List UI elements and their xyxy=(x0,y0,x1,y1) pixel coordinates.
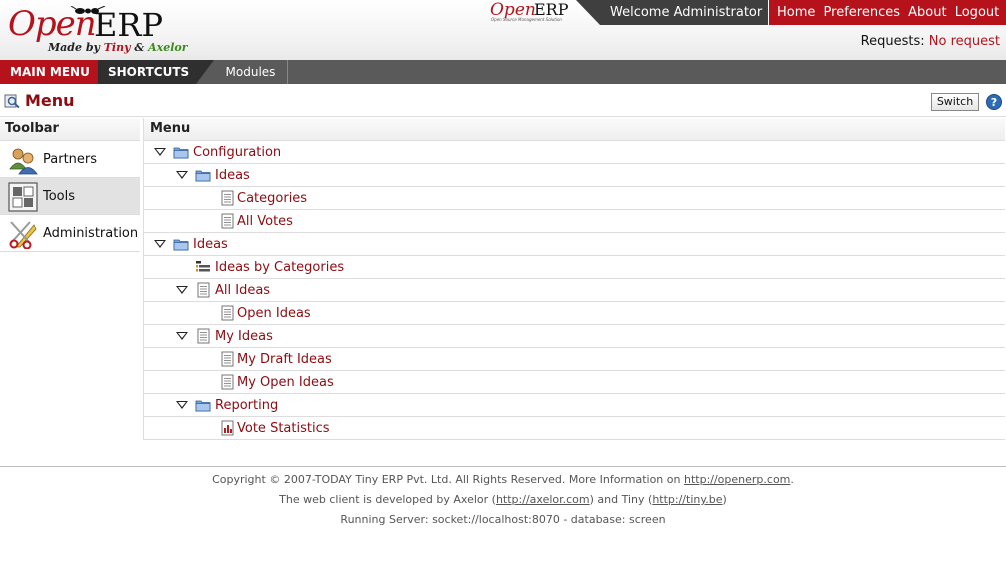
expand-arrow-icon[interactable] xyxy=(154,240,166,248)
menu-row-label[interactable]: Configuration xyxy=(193,145,281,160)
administration-icon xyxy=(9,221,37,249)
about-link[interactable]: About xyxy=(908,5,946,20)
page-title: Menu xyxy=(25,91,75,110)
openerp-com-link[interactable]: http://openerp.com xyxy=(684,473,790,486)
menu-row[interactable]: Vote Statistics xyxy=(143,417,1005,440)
footer-server-info: Running Server: socket://localhost:8070 … xyxy=(340,513,666,526)
toolbar-item-label: Administration xyxy=(43,226,139,241)
home-link[interactable]: Home xyxy=(777,5,815,20)
expand-arrow-icon[interactable] xyxy=(176,171,188,179)
toolbar-item-partners[interactable]: Partners xyxy=(0,141,140,178)
tiny-be-link[interactable]: http://tiny.be xyxy=(652,493,722,506)
menu-row[interactable]: All Votes xyxy=(143,210,1005,233)
main-menu-tab[interactable]: MAIN MENU xyxy=(0,60,98,84)
document-icon xyxy=(221,305,234,321)
expand-arrow-icon[interactable] xyxy=(176,286,188,294)
menu-row[interactable]: Ideas by Categories xyxy=(143,256,1005,279)
menu-row[interactable]: Reporting xyxy=(143,394,1005,417)
menu-row-label[interactable]: My Open Ideas xyxy=(237,375,334,390)
preferences-link[interactable]: Preferences xyxy=(824,5,900,20)
menu-row-label[interactable]: Ideas by Categories xyxy=(215,260,344,275)
expand-arrow-icon[interactable] xyxy=(176,401,188,409)
menu-row-label[interactable]: Ideas xyxy=(193,237,228,252)
page-title-row: Menu Switch ? xyxy=(0,84,1006,117)
menu-row-label[interactable]: My Draft Ideas xyxy=(237,352,332,367)
menu-row[interactable]: Ideas xyxy=(143,164,1005,187)
top-links: Home Preferences About Logout xyxy=(769,0,1006,25)
menu-row[interactable]: Open Ideas xyxy=(143,302,1005,325)
tools-icon xyxy=(8,182,38,212)
requests-label: Requests: xyxy=(860,34,925,49)
toolbar-item-label: Partners xyxy=(43,152,98,167)
chart-report-icon xyxy=(221,420,234,436)
document-icon xyxy=(221,190,234,206)
folder-icon xyxy=(173,147,189,159)
footer-developers: The web client is developed by Axelor (h… xyxy=(279,493,727,506)
document-icon xyxy=(197,328,210,344)
axelor-com-link[interactable]: http://axelor.com xyxy=(496,493,590,506)
menu-row[interactable]: Ideas xyxy=(143,233,1005,256)
document-icon xyxy=(221,351,234,367)
toolbar-panel: Toolbar Partners Tools Administration xyxy=(0,118,140,253)
partners-icon xyxy=(9,148,38,175)
toolbar-item-administration[interactable]: Administration xyxy=(0,215,140,252)
menu-tree: Menu Configuration Ideas Categories All Vot… xyxy=(143,118,1005,440)
toolbar-heading: Toolbar xyxy=(0,118,140,141)
menu-row-label[interactable]: Categories xyxy=(237,191,307,206)
logo-erp-text: ERP xyxy=(94,6,163,44)
document-icon xyxy=(221,374,234,390)
menu-row[interactable]: My Open Ideas xyxy=(143,371,1005,394)
menu-row-label[interactable]: Open Ideas xyxy=(237,306,311,321)
openerp-logo[interactable]: Open ERP Made by Tiny & Axelor xyxy=(8,2,193,58)
menu-row-label[interactable]: All Ideas xyxy=(215,283,270,298)
requests-status: Requests: No request xyxy=(861,34,1000,49)
requests-link[interactable]: No request xyxy=(929,34,1000,49)
welcome-text: Welcome Administrator xyxy=(600,0,768,25)
expand-arrow-icon[interactable] xyxy=(154,148,166,156)
shortcuts-tab-corner xyxy=(196,60,214,84)
footer: Copyright © 2007-TODAY Tiny ERP Pvt. Ltd… xyxy=(0,470,1006,530)
menu-tree-heading: Menu xyxy=(143,118,1005,141)
welcome-bar-corner xyxy=(576,0,600,25)
menu-tree-rows: Configuration Ideas Categories All Votes Ide… xyxy=(143,141,1005,440)
modules-shortcut[interactable]: Modules xyxy=(214,60,288,84)
menu-row-label[interactable]: My Ideas xyxy=(215,329,273,344)
folder-icon xyxy=(173,239,189,251)
tree-list-icon xyxy=(196,261,210,272)
document-icon xyxy=(221,213,234,229)
menu-row-label[interactable]: All Votes xyxy=(237,214,293,229)
expand-arrow-icon[interactable] xyxy=(176,332,188,340)
header: Open ERP Made by Tiny & Axelor Open ERP … xyxy=(0,0,1006,60)
menu-row[interactable]: My Draft Ideas xyxy=(143,348,1005,371)
logo-open-text: Open xyxy=(8,4,97,44)
search-menu-icon xyxy=(4,94,20,108)
menu-row-label[interactable]: Reporting xyxy=(215,398,278,413)
footer-copyright: Copyright © 2007-TODAY Tiny ERP Pvt. Ltd… xyxy=(212,473,794,486)
logout-link[interactable]: Logout xyxy=(955,5,1000,20)
menu-row[interactable]: All Ideas xyxy=(143,279,1005,302)
folder-icon xyxy=(195,400,211,412)
toolbar-item-tools[interactable]: Tools xyxy=(0,178,140,215)
help-icon[interactable]: ? xyxy=(986,94,1002,110)
document-icon xyxy=(197,282,210,298)
shortcuts-tab[interactable]: SHORTCUTS xyxy=(98,60,196,84)
menu-row-label[interactable]: Vote Statistics xyxy=(237,421,330,436)
menu-row[interactable]: Configuration xyxy=(143,141,1005,164)
footer-divider xyxy=(0,466,1006,467)
toolbar-item-label: Tools xyxy=(43,189,76,204)
logo-made-by: Made by Tiny & Axelor xyxy=(48,41,188,54)
folder-icon xyxy=(195,170,211,182)
switch-view-button[interactable]: Switch xyxy=(931,93,979,111)
menu-row-label[interactable]: Ideas xyxy=(215,168,250,183)
menu-row[interactable]: Categories xyxy=(143,187,1005,210)
menu-bar: MAIN MENU SHORTCUTS Modules xyxy=(0,60,1006,84)
menu-row[interactable]: My Ideas xyxy=(143,325,1005,348)
